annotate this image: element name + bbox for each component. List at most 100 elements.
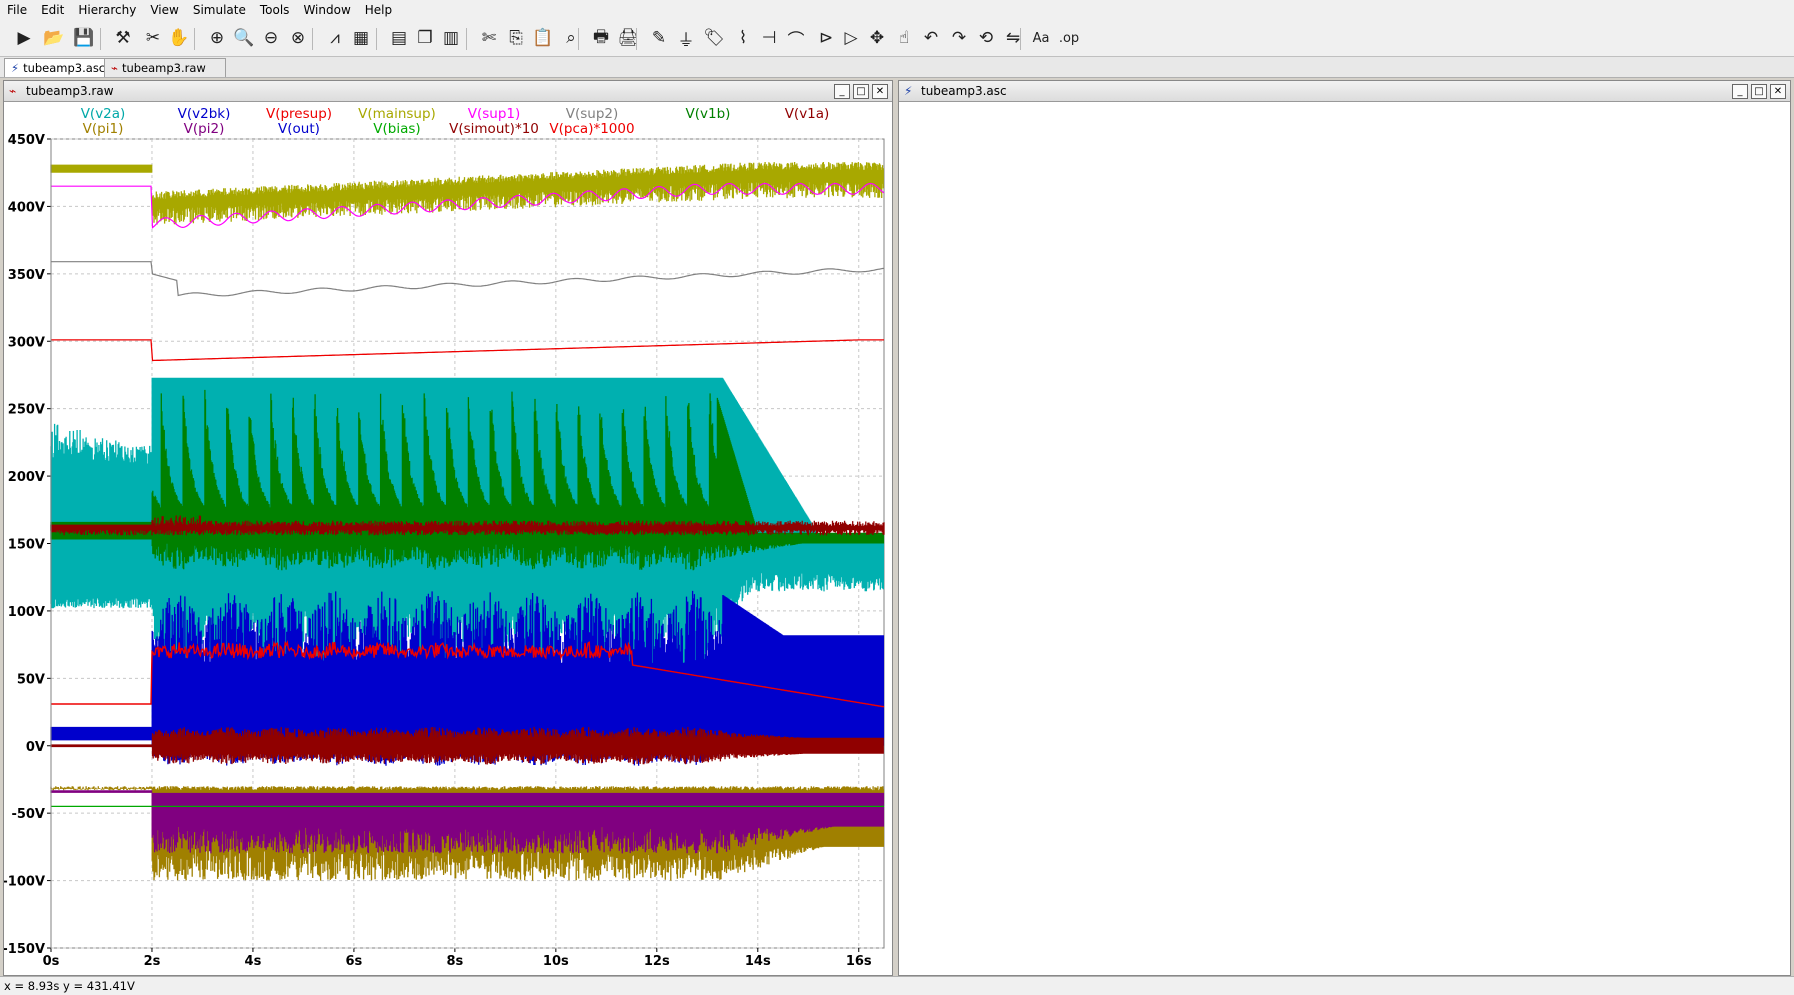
y-tick-label: 0V [26, 740, 45, 755]
legend-entry[interactable]: V(simout)*10 [449, 121, 539, 137]
plot-window[interactable]: ⌁ tubeamp3.raw _ □ ✕ 0s 2s 4s 6s 8s 10s 12s 14s… [3, 80, 893, 976]
legend-entry[interactable]: V(mainsup) [358, 106, 436, 122]
schematic-canvas[interactable] [899, 102, 1788, 974]
ground-icon[interactable]: ⏚ [675, 27, 697, 51]
text-icon[interactable]: Aa [1030, 27, 1052, 49]
control-panel-icon[interactable]: ⚒ [112, 27, 134, 49]
drag-icon[interactable]: ☝ [893, 27, 915, 49]
y-tick-label: 400V [8, 200, 45, 215]
menu-edit[interactable]: Edit [34, 3, 71, 17]
status-bar: x = 8.93s y = 431.41V [0, 976, 1794, 995]
legend-entry[interactable]: V(v1a) [785, 106, 830, 122]
x-tick-label: 16s [846, 954, 872, 969]
y-tick-label: -150V [4, 942, 45, 957]
toolbar: ▶ 📂 💾 ⚒ ✂ ✋ ⊕ 🔍 ⊖ ⊗ ⩘ ▦ ▤ ❐ ▥ ✄ ⎘ 📋 ⌕ 🖶 🖨 ✎ ⏚ 🏷 ⌇ ⊣ ⌒ ⊳ ▷ ✥ ☝ ↶ ↷ ⟲ ⇋ Aa .op [0, 20, 1794, 57]
hand-icon[interactable]: ✋ [168, 27, 190, 49]
halt-icon[interactable]: ✂ [142, 27, 164, 49]
label-icon[interactable]: 🏷 [703, 27, 725, 49]
rotate-icon[interactable]: ⟲ [975, 27, 997, 49]
cursor-readout: x = 8.93s y = 431.41V [4, 979, 135, 993]
y-tick-label: 250V [8, 403, 45, 418]
grid-icon[interactable]: ▦ [350, 27, 372, 49]
schematic-window-titlebar[interactable]: ⚡ tubeamp3.asc _ □ ✕ [899, 81, 1790, 102]
y-tick-label: 100V [8, 605, 45, 620]
zoom-cancel-icon[interactable]: ⊗ [287, 27, 309, 49]
x-tick-label: 4s [245, 954, 262, 969]
y-tick-label: 350V [8, 268, 45, 283]
tab-strip: ⚡ tubeamp3.asc ⌁ tubeamp3.raw [0, 57, 1794, 78]
x-tick-label: 12s [644, 954, 670, 969]
minimize-button[interactable]: _ [1732, 84, 1748, 99]
menu-help[interactable]: Help [358, 3, 399, 17]
capacitor-icon[interactable]: ⊣ [758, 27, 780, 49]
wire-icon[interactable]: ✎ [648, 27, 670, 49]
toolbar-separator [578, 28, 579, 50]
y-tick-label: -100V [4, 875, 45, 890]
minimize-button[interactable]: _ [834, 84, 850, 99]
redo-icon[interactable]: ↷ [948, 27, 970, 49]
y-tick-label: 50V [17, 672, 45, 687]
menu-view[interactable]: View [143, 3, 185, 17]
inductor-icon[interactable]: ⌒ [785, 27, 807, 51]
x-tick-label: 6s [346, 954, 363, 969]
waveform-plot[interactable]: 0s 2s 4s 6s 8s 10s 12s 14s 16s 450V 400V 350V 300V 25… [4, 102, 890, 974]
y-tick-label: -50V [11, 807, 45, 822]
cascade-icon[interactable]: ❐ [414, 27, 436, 49]
legend-entry[interactable]: V(presup) [266, 106, 332, 122]
maximize-button[interactable]: □ [1751, 84, 1767, 99]
resistor-icon[interactable]: ⌇ [732, 27, 754, 49]
y-tick-label: 200V [8, 470, 45, 485]
legend-entry[interactable]: V(bias) [373, 121, 420, 137]
plot-window-title: tubeamp3.raw [26, 84, 114, 98]
x-tick-label: 0s [43, 954, 60, 969]
legend-entry[interactable]: V(sup1) [468, 106, 521, 122]
zoom-area-icon[interactable]: 🔍 [233, 27, 255, 49]
y-tick-label: 300V [8, 335, 45, 350]
cut-icon[interactable]: ✄ [478, 27, 500, 49]
legend-entry[interactable]: V(v2a) [81, 106, 126, 122]
menu-window[interactable]: Window [296, 3, 357, 17]
spice-directive-icon[interactable]: .op [1058, 27, 1080, 49]
move-icon[interactable]: ✥ [866, 27, 888, 49]
save-icon[interactable]: 💾 [73, 27, 95, 49]
undo-icon[interactable]: ↶ [920, 27, 942, 49]
menu-tools[interactable]: Tools [253, 3, 297, 17]
tab-waveform[interactable]: ⌁ tubeamp3.raw [104, 58, 226, 77]
print-icon[interactable]: 🖶 [590, 27, 612, 49]
waveform-tab-icon: ⌁ [111, 61, 118, 75]
close-button[interactable]: ✕ [872, 84, 888, 99]
tab-schematic[interactable]: ⚡ tubeamp3.asc [4, 58, 114, 77]
run-icon[interactable]: ▶ [13, 27, 35, 49]
toolbar-separator [1020, 28, 1021, 50]
zoom-out-icon[interactable]: ⊖ [260, 27, 282, 49]
paste-icon[interactable]: 📋 [532, 27, 554, 49]
legend-entry[interactable]: V(pi1) [83, 121, 124, 137]
menu-bar: File Edit Hierarchy View Simulate Tools Window… [0, 0, 1794, 20]
tile-vertical-icon[interactable]: ▥ [440, 27, 462, 49]
copy-icon[interactable]: ⎘ [505, 27, 527, 49]
legend-entry[interactable]: V(v2bk) [178, 106, 231, 122]
component-icon[interactable]: ▷ [840, 27, 862, 49]
schematic-tab-icon: ⚡ [11, 61, 20, 75]
legend-entry[interactable]: V(sup2) [566, 106, 619, 122]
x-tick-label: 8s [446, 954, 463, 969]
close-button[interactable]: ✕ [1770, 84, 1786, 99]
menu-hierarchy[interactable]: Hierarchy [71, 3, 143, 17]
y-tick-label: 150V [8, 538, 45, 553]
legend-entry[interactable]: V(out) [278, 121, 320, 137]
menu-simulate[interactable]: Simulate [186, 3, 253, 17]
legend-entry[interactable]: V(pi2) [184, 121, 225, 137]
menu-file[interactable]: File [0, 3, 34, 17]
diode-icon[interactable]: ⊳ [815, 27, 837, 49]
toolbar-separator [312, 28, 313, 50]
plot-window-titlebar[interactable]: ⌁ tubeamp3.raw _ □ ✕ [4, 81, 892, 102]
legend-entry[interactable]: V(v1b) [686, 106, 731, 122]
schematic-window[interactable]: ⚡ tubeamp3.asc _ □ ✕ [898, 80, 1791, 976]
zoom-in-icon[interactable]: ⊕ [206, 27, 228, 49]
autorange-icon[interactable]: ⩘ [324, 27, 346, 49]
schematic-window-title: tubeamp3.asc [921, 84, 1007, 98]
maximize-button[interactable]: □ [853, 84, 869, 99]
legend-entry[interactable]: V(pca)*1000 [549, 121, 634, 137]
tile-horizontal-icon[interactable]: ▤ [388, 27, 410, 49]
open-icon[interactable]: 📂 [43, 27, 65, 49]
